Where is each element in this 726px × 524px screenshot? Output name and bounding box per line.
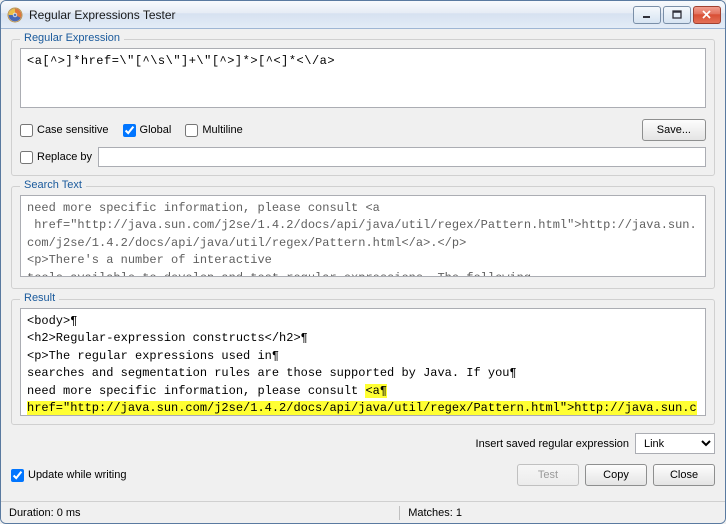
update-while-writing-checkbox[interactable]: Update while writing	[11, 469, 126, 482]
replace-input[interactable]	[98, 147, 706, 167]
copy-button[interactable]: Copy	[585, 464, 647, 486]
result-group-label: Result	[20, 292, 59, 304]
result-group: Result <body>¶ <h2>Regular-expression co…	[11, 299, 715, 425]
search-text-group: Search Text	[11, 186, 715, 289]
regex-group: Regular Expression Case sensitive Global…	[11, 39, 715, 176]
replace-by-checkbox[interactable]: Replace by	[20, 151, 92, 164]
status-matches: Matches: 1	[400, 502, 470, 523]
bottom-button-row: Update while writing Test Copy Close	[11, 464, 715, 486]
minimize-button[interactable]	[633, 6, 661, 24]
replace-by-label: Replace by	[37, 151, 92, 163]
search-text-group-label: Search Text	[20, 179, 86, 191]
insert-saved-label: Insert saved regular expression	[476, 438, 629, 450]
search-text-input[interactable]	[20, 195, 706, 277]
regex-options-row: Case sensitive Global Multiline Save...	[20, 119, 706, 141]
app-window: Regular Expressions Tester Regular Expre…	[0, 0, 726, 524]
titlebar: Regular Expressions Tester	[1, 1, 725, 29]
case-sensitive-label: Case sensitive	[37, 124, 109, 136]
multiline-label: Multiline	[202, 124, 242, 136]
global-checkbox[interactable]: Global	[123, 124, 172, 137]
content-area: Regular Expression Case sensitive Global…	[1, 29, 725, 501]
result-pre: <body>¶ <h2>Regular-expression construct…	[27, 314, 517, 398]
global-label: Global	[140, 124, 172, 136]
replace-row: Replace by	[20, 147, 706, 167]
regex-input[interactable]	[20, 48, 706, 108]
insert-saved-row: Insert saved regular expression Link	[11, 433, 715, 454]
statusbar: Duration: 0 ms Matches: 1	[1, 501, 725, 523]
update-while-writing-label: Update while writing	[28, 469, 126, 481]
save-button[interactable]: Save...	[642, 119, 706, 141]
window-title: Regular Expressions Tester	[29, 8, 633, 22]
close-button[interactable]: Close	[653, 464, 715, 486]
status-duration: Duration: 0 ms	[1, 502, 399, 523]
result-output[interactable]: <body>¶ <h2>Regular-expression construct…	[20, 308, 706, 416]
regex-group-label: Regular Expression	[20, 32, 124, 44]
close-window-button[interactable]	[693, 6, 721, 24]
insert-saved-select[interactable]: Link	[635, 433, 715, 454]
multiline-checkbox[interactable]: Multiline	[185, 124, 242, 137]
test-button[interactable]: Test	[517, 464, 579, 486]
case-sensitive-checkbox[interactable]: Case sensitive	[20, 124, 109, 137]
maximize-button[interactable]	[663, 6, 691, 24]
app-icon	[7, 7, 23, 23]
window-controls	[633, 6, 721, 24]
